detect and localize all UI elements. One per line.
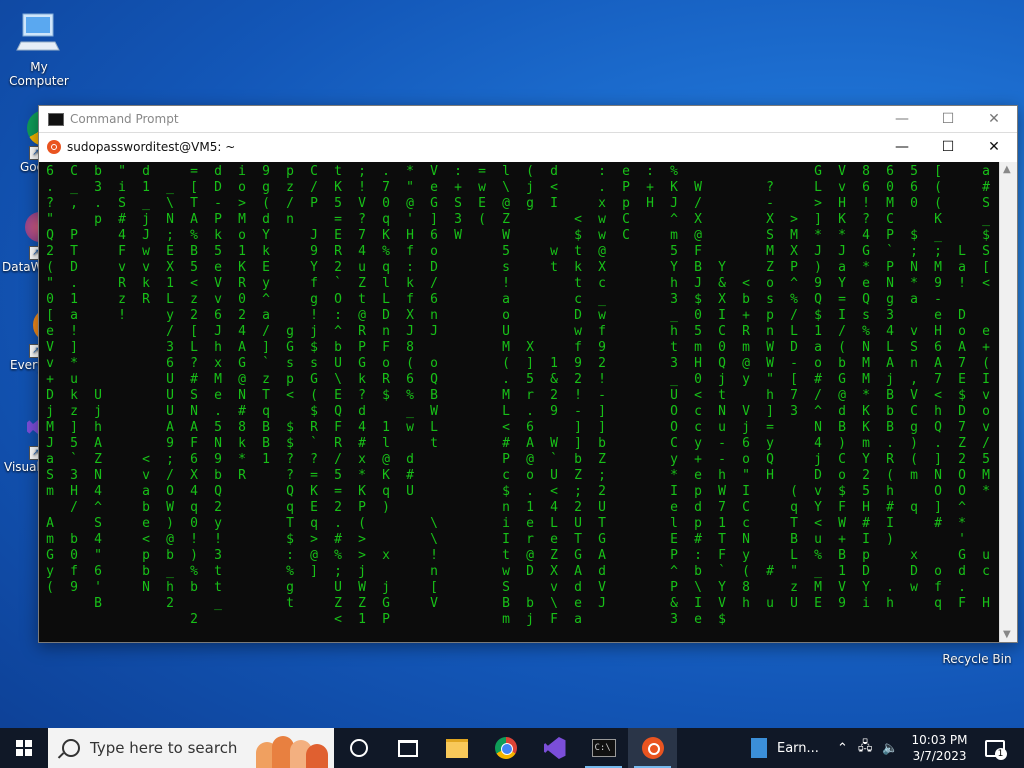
matrix-rain-column: d 1 _ j J w v k R < v a b e < p b N — [142, 164, 150, 595]
folder-icon — [445, 738, 468, 758]
matrix-rain-column: ; ! V ? 7 4 u Z t @ R P G k ? d 4 # x * … — [358, 164, 366, 627]
command-prompt-window[interactable]: Command Prompt — ☐ ✕ sudopassworditest@V… — [38, 105, 1018, 643]
matrix-rain-column: G L > ] * J ) 9 Q $ 1 a o # / ^ N 4 j D … — [814, 164, 822, 611]
vertical-scrollbar[interactable]: ▲ ▼ — [999, 162, 1017, 642]
taskbar-chrome[interactable] — [481, 728, 530, 768]
task-view-button[interactable] — [383, 728, 432, 768]
matrix-rain-column: = [ T A % B 5 < z 2 [ L ? # S N A F 6 X … — [190, 164, 198, 627]
task-view-icon — [397, 739, 418, 757]
matrix-rain-column: 9 g ( d Y k E y ^ a / ] ` z T q B B 1 — [262, 164, 270, 467]
desktop-icon-my-computer[interactable]: My Computer — [0, 8, 78, 88]
matrix-rain-column: * " @ ' H f : k f X J 8 ( 6 % _ w d # U — [406, 164, 414, 499]
matrix-rain-column: p z / n g G s p < $ $ ? ? Q q T $ : % g … — [286, 164, 294, 611]
ubuntu-icon — [641, 737, 664, 759]
matrix-rain-column: [ ( ( K _ ; M 9 - e H 6 A 7 < h Q . ] N … — [934, 164, 942, 611]
taskbar-command-prompt[interactable]: C:\ — [579, 728, 628, 768]
matrix-rain-column: C / P J 9 Y f g ! j $ s G ( $ R ` ? = K … — [310, 164, 318, 579]
taskbar-earn-item[interactable]: Earn... — [743, 728, 827, 768]
matrix-rain-column: Y & X I C 0 Q j t N u - - h W 7 1 T F ` … — [718, 260, 726, 627]
matrix-rain-column: % K J ^ m 5 Y h 3 _ h t 3 _ U O O C y * … — [670, 164, 678, 627]
matrix-rain-column: i o > M o 1 K R 0 2 4 A G @ N # 8 k * R — [238, 164, 246, 483]
matrix-rain-column: _ \ N ; E X 1 L y / 3 6 U U U A 9 ; / O … — [166, 180, 174, 611]
notification-count: 1 — [994, 748, 1007, 760]
matrix-rain-column: : + H — [646, 164, 654, 211]
earn-label: Earn... — [777, 740, 819, 756]
scroll-up-icon[interactable]: ▲ — [1003, 164, 1011, 175]
matrix-rain-column: " i S # 4 F v R z ! — [118, 164, 126, 323]
taskbar-file-explorer[interactable] — [432, 728, 481, 768]
clock-time: 10:03 PM — [911, 733, 968, 747]
maximize-button[interactable]: ☐ — [925, 106, 971, 132]
ssh-session-titlebar[interactable]: sudopassworditest@VM5: ~ — ☐ ✕ — [39, 132, 1017, 161]
start-button[interactable] — [0, 728, 48, 768]
minimize-button[interactable]: — — [879, 106, 925, 132]
matrix-rain-column: V v H K * J a Y = I / ( b G @ d B ) C o … — [838, 164, 846, 611]
matrix-rain-column: = w E ( — [478, 164, 486, 227]
network-icon[interactable]: 🖧 — [858, 737, 873, 759]
matrix-rain-column: V e G ] 6 o D / 6 n J o Q B W L t \ \ ! … — [430, 164, 438, 611]
matrix-rain-column: 6 . ? " Q 2 ( " 0 [ e V v + D j M J a S … — [46, 164, 54, 595]
close-button[interactable]: ✕ — [971, 134, 1017, 160]
matrix-rain-column: 8 6 ! ? 4 G * e Q s % N M M * K K m Y 2 … — [862, 164, 870, 611]
session-title: sudopassworditest@VM5: ~ — [67, 140, 236, 154]
matrix-rain-column: W / X @ F B J $ 0 5 m H 0 < c c y + e p … — [694, 180, 702, 627]
matrix-rain-column: 5 6 0 $ ; N * a v S n , V C g ) ( m q x … — [910, 164, 918, 595]
matrix-rain-column: : + S 3 W — [454, 164, 462, 243]
minimize-button[interactable]: — — [879, 134, 925, 160]
taskbar-ubuntu[interactable] — [628, 728, 677, 768]
clock-date: 3/7/2023 — [912, 749, 967, 763]
matrix-rain-column: C _ , P T D . 1 a ! ] * u k z ] 5 ` 3 H … — [70, 164, 78, 595]
chrome-icon — [494, 737, 517, 759]
matrix-rain-column: a # S _ $ S [ < e + ( I v o v / 5 M * u … — [982, 164, 990, 611]
volume-icon[interactable]: 🔈 — [882, 741, 898, 756]
matrix-rain-column: L a ! D o A 7 E $ D 7 Z 2 O O ^ * ' G d … — [958, 244, 966, 611]
matrix-rain-column: d D - P k 5 e V v 6 J h x M e . 5 N 9 b … — [214, 164, 222, 611]
command-prompt-titlebar[interactable]: Command Prompt — ☐ ✕ — [39, 106, 1017, 132]
taskbar: Type here to search C:\ Earn... ⌃ 🖧 🔈 10… — [0, 728, 1024, 768]
matrix-rain-column: t K 5 = E R 2 ` O : ^ b U \ E Q F R / 5 … — [334, 164, 342, 627]
matrix-rain-column: < $ t k t c D w f 9 2 ! - ] ] b Z ; 2 U … — [574, 212, 582, 627]
cortana-button[interactable] — [334, 728, 383, 768]
matrix-rain-column: . 7 0 q K % q l L D n F o R $ 1 l @ K q … — [382, 164, 390, 627]
close-button[interactable]: ✕ — [971, 106, 1017, 132]
window-title: Command Prompt — [70, 112, 179, 126]
desktop-icon-label: Recycle Bin — [942, 652, 1012, 666]
search-icon — [62, 739, 80, 757]
command-prompt-icon — [48, 112, 64, 126]
system-tray: ⌃ 🖧 🔈 — [837, 737, 899, 759]
command-prompt-icon: C:\ — [591, 739, 616, 757]
search-placeholder: Type here to search — [90, 739, 238, 757]
matrix-rain-column: 6 0 M C P ` P N g 3 4 L A j B b B . R ( … — [886, 164, 894, 611]
chevron-up-icon[interactable]: ⌃ — [837, 741, 848, 756]
cortana-icon — [349, 739, 368, 757]
search-box[interactable]: Type here to search — [48, 728, 334, 768]
matrix-rain-column: l \ @ Z W 5 s ! a o U M ( . M L < # P c … — [502, 164, 510, 627]
maximize-button[interactable]: ☐ — [925, 134, 971, 160]
scroll-down-icon[interactable]: ▼ — [1003, 629, 1011, 640]
windows-logo-icon — [16, 740, 32, 756]
terminal-console[interactable]: 6 . ? " Q 2 ( " 0 [ e V v + D j M J a S … — [39, 162, 999, 642]
search-highlight-illustration — [256, 732, 328, 768]
matrix-rain-column: < b + R m @ y V j 6 o " I C c N y ( 8 h — [742, 276, 750, 611]
matrix-rain-column: d < I w t 1 & 2 9 W ` U < 4 L e Z X v \ … — [550, 164, 558, 627]
matrix-rain-column: e P p C C — [622, 164, 630, 243]
ubuntu-icon — [47, 140, 61, 154]
document-icon — [751, 738, 767, 758]
matrix-rain-column: > M X P ^ % / L D - [ 7 3 ( q T B L " z … — [790, 212, 798, 611]
matrix-rain-column: b 3 . p U j h A Z N 4 ^ S 4 " 6 ' B — [94, 164, 102, 611]
notification-button[interactable]: 1 — [975, 728, 1015, 768]
visual-studio-icon — [543, 737, 566, 759]
matrix-rain-column: ? - X S M Z o s p n W W " h ] = y Q H # … — [766, 180, 774, 611]
taskbar-visual-studio[interactable] — [530, 728, 579, 768]
computer-icon — [15, 8, 63, 56]
desktop-icon-label: My Computer — [9, 60, 69, 88]
matrix-rain-column: : . x w w @ X c _ w f 9 2 ! - ] ] b Z ; … — [598, 164, 606, 611]
matrix-rain-column: ( j g X ] 5 r . 6 A @ o . 1 e r @ D b j — [526, 164, 534, 627]
clock[interactable]: 10:03 PM 3/7/2023 — [905, 732, 975, 764]
